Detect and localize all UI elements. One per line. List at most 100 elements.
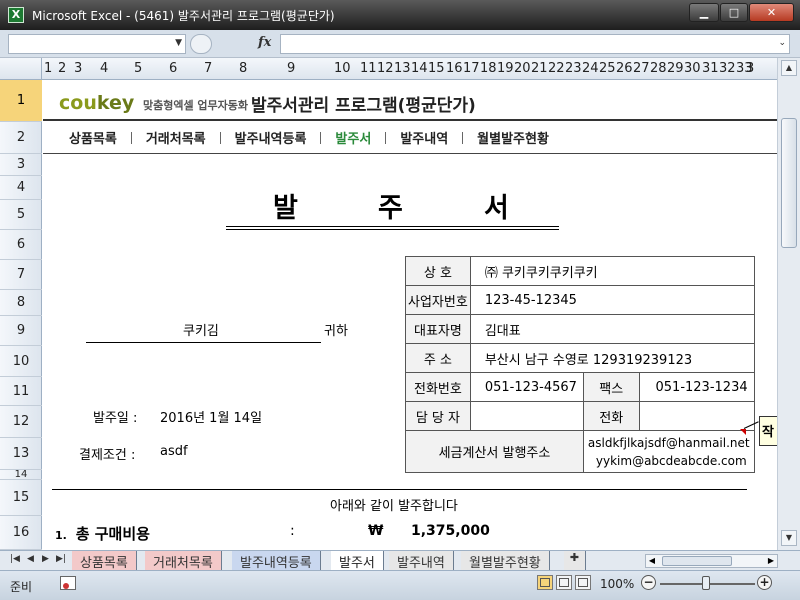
- column-header[interactable]: 13: [394, 61, 411, 76]
- last-sheet-icon[interactable]: ▶|: [56, 554, 66, 564]
- normal-view-button[interactable]: [537, 575, 553, 590]
- row-header[interactable]: 3: [0, 154, 42, 176]
- scroll-down-icon[interactable]: ▼: [781, 530, 797, 546]
- worksheet[interactable]: coukey 맞춤형엑셀 업무자동화 발주서관리 프로그램(평균단가) 상품목록…: [43, 80, 777, 550]
- scroll-right-icon[interactable]: ▶: [765, 555, 777, 567]
- recipient-name[interactable]: 쿠키김: [183, 320, 219, 339]
- sheet-tab-clients[interactable]: 거래처목록: [145, 551, 222, 571]
- column-header[interactable]: 20: [514, 61, 531, 76]
- column-header[interactable]: 31: [702, 61, 719, 76]
- sheet-tab-order-history[interactable]: 발주내역: [389, 551, 454, 571]
- order-date-value[interactable]: 2016년 1월 14일: [160, 407, 262, 426]
- column-header[interactable]: 18: [480, 61, 497, 76]
- menu-clients[interactable]: 거래처목록: [146, 128, 206, 147]
- manager-phone-value[interactable]: [638, 401, 755, 431]
- column-header[interactable]: 2: [58, 61, 66, 76]
- row-header[interactable]: 14: [0, 470, 42, 480]
- column-header[interactable]: 23: [565, 61, 582, 76]
- comment-box[interactable]: 작: [759, 416, 777, 446]
- maximize-button[interactable]: □: [720, 3, 748, 22]
- menu-order-entry[interactable]: 발주내역등록: [235, 128, 307, 147]
- row-header[interactable]: 5: [0, 200, 42, 230]
- column-header[interactable]: 3: [746, 61, 754, 76]
- column-header[interactable]: 24: [582, 61, 599, 76]
- first-sheet-icon[interactable]: |◀: [10, 554, 20, 564]
- row-header[interactable]: 7: [0, 260, 42, 290]
- macro-record-icon[interactable]: [60, 576, 76, 590]
- column-header[interactable]: 11: [360, 61, 377, 76]
- column-header[interactable]: 8: [239, 61, 247, 76]
- chevron-down-icon[interactable]: ▼: [175, 38, 182, 48]
- row-header[interactable]: 11: [0, 377, 42, 406]
- row-header[interactable]: 8: [0, 290, 42, 316]
- row-header[interactable]: 9: [0, 316, 42, 346]
- scroll-thumb[interactable]: [662, 556, 732, 566]
- row-header[interactable]: 4: [0, 176, 42, 200]
- scroll-thumb[interactable]: [781, 118, 797, 248]
- horizontal-scrollbar[interactable]: ◀ ▶: [645, 554, 778, 568]
- vertical-scrollbar[interactable]: ▲ ▼: [777, 58, 800, 550]
- close-button[interactable]: ✕: [749, 3, 794, 22]
- column-header[interactable]: 12: [377, 61, 394, 76]
- sheet-tab-monthly-status[interactable]: 월별발주현황: [461, 551, 550, 571]
- sheet-tab-order-entry[interactable]: 발주내역등록: [232, 551, 321, 571]
- select-all-button[interactable]: [0, 58, 42, 79]
- column-header[interactable]: 4: [100, 61, 108, 76]
- zoom-level[interactable]: 100%: [600, 577, 634, 591]
- column-header[interactable]: 5: [134, 61, 142, 76]
- zoom-in-button[interactable]: +: [757, 575, 772, 590]
- column-header[interactable]: 9: [287, 61, 295, 76]
- company-value[interactable]: ㈜ 쿠키쿠키쿠키쿠키: [469, 256, 755, 286]
- column-header[interactable]: 26: [616, 61, 633, 76]
- column-header[interactable]: 22: [548, 61, 565, 76]
- column-header[interactable]: 27: [633, 61, 650, 76]
- menu-monthly-status[interactable]: 월별발주현황: [477, 128, 549, 147]
- minimize-button[interactable]: ▁: [689, 3, 719, 22]
- fax-value[interactable]: 051-123-1234: [638, 372, 755, 402]
- menu-products[interactable]: 상품목록: [69, 128, 117, 147]
- column-header[interactable]: 16: [446, 61, 463, 76]
- page-layout-view-button[interactable]: [556, 575, 572, 590]
- zoom-out-button[interactable]: −: [641, 575, 656, 590]
- row-header[interactable]: 13: [0, 438, 42, 470]
- row-header[interactable]: 2: [0, 122, 42, 154]
- column-header[interactable]: 14: [411, 61, 428, 76]
- row-header[interactable]: 16: [0, 516, 42, 550]
- address-value[interactable]: 부산시 남구 수영로 129319239123: [469, 343, 755, 373]
- bizno-value[interactable]: 123-45-12345: [469, 285, 755, 315]
- scroll-left-icon[interactable]: ◀: [646, 555, 658, 567]
- tax-email-value[interactable]: asldkfjlkajsdf@hanmail.net yykim@abcdeab…: [582, 430, 755, 473]
- menu-order-history[interactable]: 발주내역: [400, 128, 448, 147]
- column-header[interactable]: 28: [650, 61, 667, 76]
- manager-value[interactable]: [469, 401, 584, 431]
- insert-sheet-icon[interactable]: ✚: [564, 551, 586, 570]
- zoom-slider-thumb[interactable]: [702, 576, 710, 590]
- column-header[interactable]: 30: [684, 61, 701, 76]
- row-header[interactable]: 12: [0, 406, 42, 438]
- sheet-tab-products[interactable]: 상품목록: [72, 551, 137, 571]
- comment-indicator-icon[interactable]: [740, 429, 746, 435]
- column-header[interactable]: 32: [719, 61, 736, 76]
- menu-order-form[interactable]: 발주서: [335, 128, 371, 147]
- page-break-view-button[interactable]: [575, 575, 591, 590]
- column-header[interactable]: 10: [334, 61, 351, 76]
- row-header[interactable]: 1: [0, 80, 42, 122]
- column-header[interactable]: 17: [463, 61, 480, 76]
- column-header[interactable]: 19: [497, 61, 514, 76]
- scroll-up-icon[interactable]: ▲: [781, 60, 797, 76]
- ceo-value[interactable]: 김대표: [469, 314, 755, 344]
- column-header[interactable]: 15: [428, 61, 445, 76]
- prev-sheet-icon[interactable]: ◀: [27, 554, 34, 564]
- payment-terms-value[interactable]: asdf: [160, 444, 188, 459]
- phone-value[interactable]: 051-123-4567: [469, 372, 584, 402]
- column-header[interactable]: 1: [44, 61, 52, 76]
- name-box[interactable]: ▼: [8, 34, 186, 54]
- column-header[interactable]: 21: [531, 61, 548, 76]
- excel-icon[interactable]: X: [8, 7, 24, 23]
- chevron-down-icon[interactable]: ⌄: [778, 38, 786, 48]
- column-header[interactable]: 25: [599, 61, 616, 76]
- column-header[interactable]: 29: [667, 61, 684, 76]
- formula-expand-icon[interactable]: [190, 34, 212, 54]
- sheet-tab-order-form[interactable]: 발주서: [331, 551, 384, 571]
- column-header[interactable]: 7: [204, 61, 212, 76]
